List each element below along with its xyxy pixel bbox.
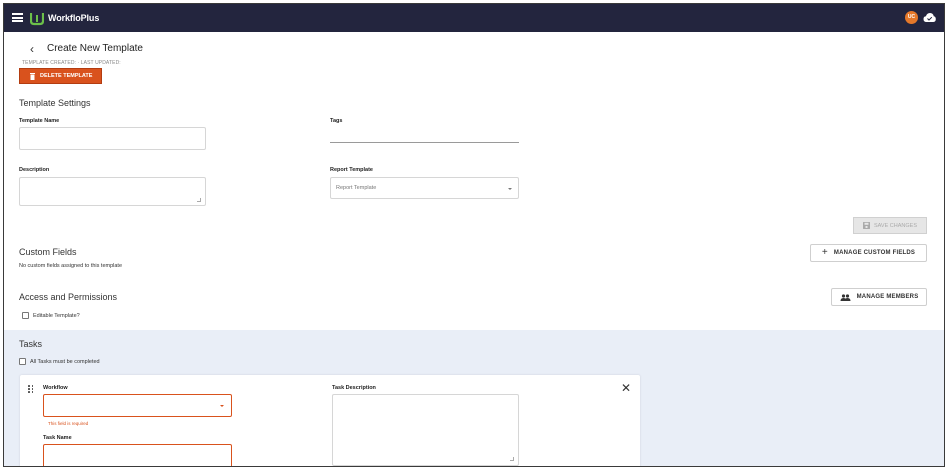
- resize-handle-icon[interactable]: [197, 198, 201, 202]
- task-name-label: Task Name: [43, 435, 72, 441]
- workflow-select[interactable]: [43, 394, 232, 417]
- task-name-input[interactable]: [43, 444, 232, 466]
- manage-members-button[interactable]: MANAGE MEMBERS: [831, 288, 927, 306]
- template-settings-title: Template Settings: [19, 98, 91, 108]
- page-title: Create New Template: [47, 43, 143, 54]
- template-name-label: Template Name: [19, 118, 60, 124]
- workfloplus-logo-icon: [30, 13, 44, 26]
- app-window: WorkfloPlus UC ‹ Create New Template TEM…: [3, 3, 945, 467]
- close-icon[interactable]: ✕: [621, 382, 631, 394]
- workflow-label: Workflow: [43, 385, 68, 391]
- brand-name: WorkfloPlus: [48, 13, 100, 23]
- custom-fields-empty-text: No custom fields assigned to this templa…: [19, 263, 123, 269]
- custom-fields-title: Custom Fields: [19, 247, 77, 257]
- chevron-down-icon: [508, 188, 512, 190]
- save-changes-button[interactable]: SAVE CHANGES: [853, 217, 927, 234]
- description-label: Description: [19, 167, 50, 173]
- tasks-title: Tasks: [19, 339, 43, 349]
- report-template-select[interactable]: Report Template: [330, 177, 519, 199]
- all-tasks-checkbox[interactable]: [19, 358, 26, 365]
- group-icon: [840, 293, 851, 301]
- cloud-sync-icon[interactable]: [923, 12, 936, 23]
- tags-label: Tags: [330, 118, 343, 124]
- task-description-label: Task Description: [332, 385, 376, 391]
- manage-custom-fields-label: MANAGE CUSTOM FIELDS: [833, 250, 916, 256]
- user-avatar[interactable]: UC: [905, 11, 918, 24]
- chevron-down-icon: [220, 405, 224, 407]
- manage-members-label: MANAGE MEMBERS: [856, 294, 919, 300]
- report-template-label: Report Template: [330, 167, 373, 173]
- report-template-placeholder: Report Template: [336, 185, 377, 191]
- drag-handle-icon[interactable]: [28, 385, 34, 393]
- editable-template-label: Editable Template?: [33, 313, 80, 319]
- access-permissions-title: Access and Permissions: [19, 292, 118, 302]
- menu-icon[interactable]: [12, 13, 23, 22]
- task-description-textarea[interactable]: [332, 394, 519, 466]
- save-changes-label: SAVE CHANGES: [874, 222, 917, 229]
- delete-template-button[interactable]: DELETE TEMPLATE: [19, 68, 102, 84]
- all-tasks-label: All Tasks must be completed: [30, 359, 100, 365]
- top-app-bar: WorkfloPlus UC: [4, 4, 944, 32]
- tags-input[interactable]: [330, 126, 519, 143]
- description-textarea[interactable]: [19, 177, 206, 206]
- plus-icon: +: [821, 247, 828, 258]
- editable-template-checkbox[interactable]: [22, 312, 29, 319]
- save-icon: [863, 222, 870, 229]
- back-arrow-icon[interactable]: ‹: [30, 42, 34, 56]
- task-card: Workflow This field is required Task Nam…: [20, 375, 640, 466]
- template-name-input[interactable]: [19, 127, 206, 150]
- delete-template-label: DELETE TEMPLATE: [40, 73, 93, 79]
- resize-handle-icon[interactable]: [510, 457, 514, 461]
- manage-custom-fields-button[interactable]: + MANAGE CUSTOM FIELDS: [810, 244, 927, 262]
- trash-icon: [30, 72, 35, 80]
- workflow-error-text: This field is required: [48, 421, 89, 426]
- template-meta: TEMPLATE CREATED: · LAST UPDATED:: [22, 60, 121, 66]
